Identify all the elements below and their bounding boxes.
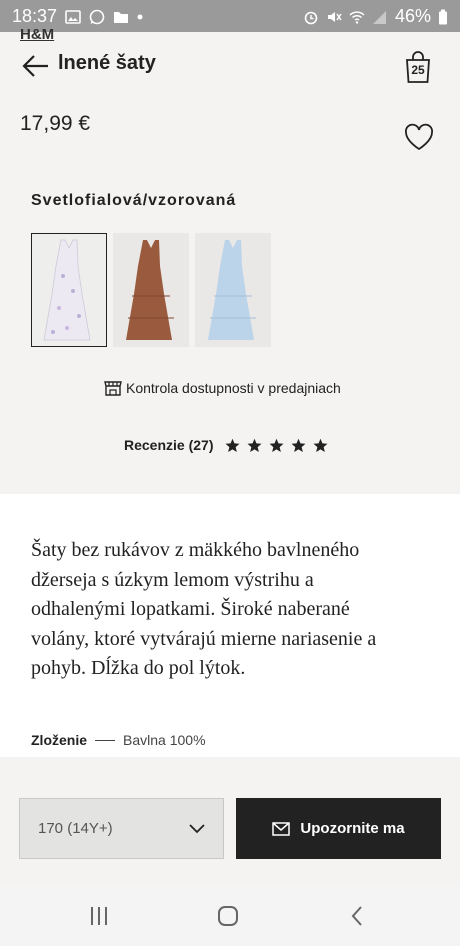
action-bar: 170 (14Y+) Upozornite ma: [0, 757, 460, 885]
color-swatches: [31, 233, 271, 347]
rating-stars: [225, 438, 328, 453]
store-availability-label: Kontrola dostupnosti v predajniach: [126, 380, 341, 396]
battery-percent: 46%: [394, 5, 431, 26]
system-back-button[interactable]: [345, 903, 371, 929]
store-availability-link[interactable]: Kontrola dostupnosti v predajniach: [104, 379, 341, 397]
star-icon: [270, 438, 284, 452]
chevron-down-icon: [189, 823, 205, 833]
color-name: Svetlofialová/vzorovaná: [31, 192, 237, 209]
app-header: H&M lnené šaty 25: [0, 26, 460, 104]
home-icon: [218, 906, 238, 926]
notify-me-button[interactable]: Upozornite ma: [236, 798, 441, 859]
back-icon: [351, 906, 362, 926]
store-icon: [104, 381, 122, 396]
dot-icon: [137, 9, 143, 23]
status-time: 18:37: [12, 5, 58, 26]
product-info: 17,99 € Svetlofialová/vzorovaná Kontrola…: [0, 104, 460, 494]
composition-value: Bavlna 100%: [123, 732, 206, 748]
color-swatch-lilac[interactable]: [31, 233, 107, 347]
composition-label: Zloženie: [31, 732, 88, 748]
arrow-left-icon: [22, 55, 48, 77]
star-icon: [226, 438, 240, 452]
folder-icon: [113, 9, 129, 23]
star-icon: [314, 438, 328, 452]
product-price: 17,99 €: [20, 112, 91, 135]
system-nav-bar: [0, 885, 460, 946]
dress-image: [43, 239, 91, 341]
reviews-label: Recenzie (27): [124, 437, 214, 453]
dress-image: [126, 240, 174, 340]
signal-icon: [372, 9, 388, 24]
product-description: Šaty bez rukávov z mäkkého bavlneného dž…: [31, 539, 377, 679]
brand-logo[interactable]: H&M: [20, 26, 54, 43]
envelope-icon: [272, 821, 291, 836]
image-icon: [65, 9, 81, 24]
star-icon: [248, 438, 262, 452]
star-icon: [292, 438, 306, 452]
recent-apps-button[interactable]: [86, 903, 112, 929]
size-value: 170 (14Y+): [38, 820, 113, 837]
shopping-bag-button[interactable]: 25: [404, 50, 432, 84]
back-button[interactable]: [20, 52, 52, 80]
recent-apps-icon: [91, 907, 107, 925]
size-select[interactable]: 170 (14Y+): [19, 798, 224, 859]
status-bar: 18:37 46%: [0, 0, 460, 32]
whatsapp-icon: [89, 9, 105, 25]
color-swatch-light-blue[interactable]: [195, 233, 271, 347]
mute-icon: [326, 9, 342, 23]
divider: [95, 739, 116, 741]
battery-icon: [438, 9, 448, 25]
home-button[interactable]: [215, 903, 241, 929]
page-title: lnené šaty: [58, 52, 156, 74]
color-swatch-brown[interactable]: [113, 233, 189, 347]
wifi-icon: [349, 9, 365, 24]
notify-me-label: Upozornite ma: [300, 820, 405, 837]
heart-icon: [405, 123, 433, 151]
alarm-icon: [303, 9, 319, 25]
dress-image: [208, 240, 256, 340]
favorite-button[interactable]: [403, 122, 435, 152]
bag-count-badge: 25: [411, 63, 425, 77]
composition: Zloženie Bavlna 100%: [31, 732, 206, 748]
reviews-link[interactable]: Recenzie (27): [124, 437, 328, 453]
